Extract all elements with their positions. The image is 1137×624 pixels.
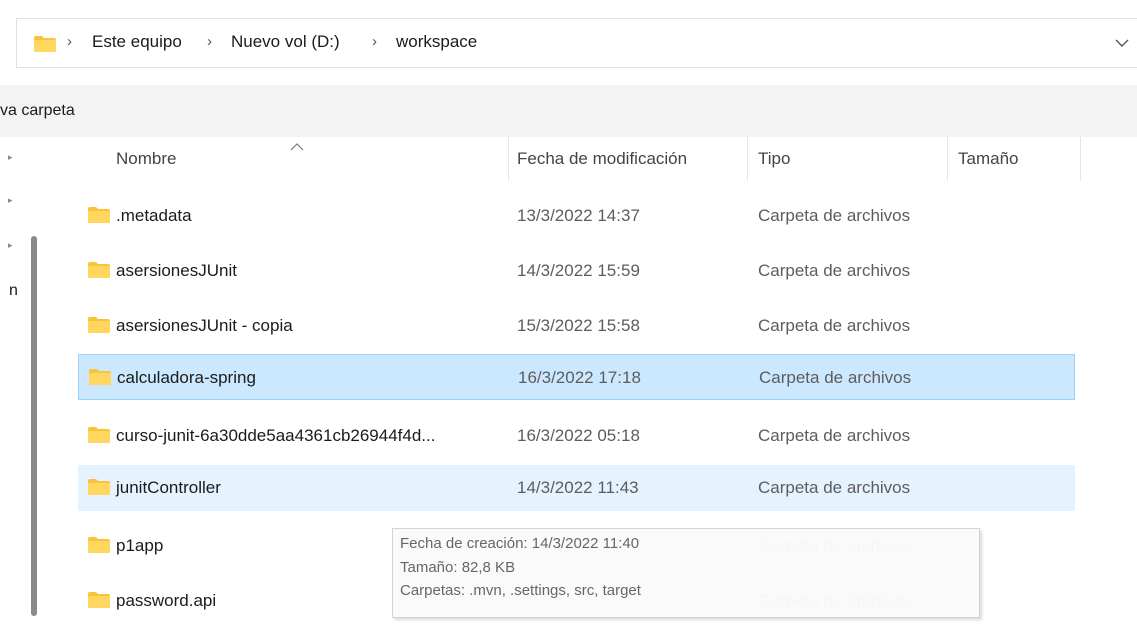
folder-icon <box>88 368 112 391</box>
file-name[interactable]: asersionesJUnit <box>116 261 237 281</box>
file-date: 15/3/2022 15:58 <box>517 316 640 335</box>
file-type: Carpeta de archivos <box>758 316 911 335</box>
file-name[interactable]: junitController <box>116 478 221 498</box>
file-row[interactable]: asersionesJUnit 14/3/2022 15:59 Carpeta de… <box>78 248 1075 294</box>
column-header-date[interactable]: Fecha de modificación <box>517 136 687 182</box>
file-row[interactable]: .metadata 13/3/2022 14:37 Carpeta de archi… <box>78 193 1075 239</box>
file-type: Carpeta de archivos <box>758 206 911 225</box>
address-bar[interactable]: › Este equipo › Nuevo vol (D:) › workspa… <box>16 18 1137 68</box>
file-type: Carpeta de archivos <box>758 478 911 497</box>
file-date: 14/3/2022 11:43 <box>517 478 639 497</box>
sort-ascending-icon <box>290 138 304 156</box>
expand-arrow-icon[interactable]: ▸ <box>8 195 13 206</box>
folder-icon <box>87 426 111 449</box>
folder-icon <box>87 536 111 559</box>
tooltip-folders: Carpetas: .mvn, .settings, src, target <box>400 582 641 599</box>
file-type: Carpeta de archivos <box>758 426 911 445</box>
file-date: 16/3/2022 17:18 <box>518 368 641 387</box>
chevron-down-icon[interactable] <box>1115 35 1129 53</box>
file-type: Carpeta de archivos <box>759 368 912 387</box>
tooltip-creation-date: Fecha de creación: 14/3/2022 11:40 <box>400 535 640 552</box>
breadcrumb-item-nuevo-vol[interactable]: Nuevo vol (D:) <box>231 32 340 52</box>
file-info-tooltip: Fecha de creación: 14/3/2022 11:40 Tamañ… <box>392 528 980 618</box>
column-header-name[interactable]: Nombre <box>116 136 176 182</box>
file-date: 13/3/2022 14:37 <box>517 206 640 225</box>
column-divider[interactable] <box>747 137 748 181</box>
chevron-right-icon: › <box>372 33 377 50</box>
folder-icon <box>87 591 111 614</box>
column-divider[interactable] <box>1080 137 1081 181</box>
folder-icon <box>87 478 111 501</box>
folder-icon <box>87 261 111 284</box>
nav-pane-scrollbar[interactable] <box>31 236 37 616</box>
nav-pane-item-label[interactable]: n <box>9 282 18 300</box>
chevron-right-icon: › <box>207 33 212 50</box>
file-row[interactable]: calculadora-spring 16/3/2022 17:18 Carpeta… <box>78 354 1075 400</box>
column-header-size[interactable]: Tamaño <box>958 136 1018 182</box>
expand-arrow-icon[interactable]: ▸ <box>8 152 13 163</box>
file-row[interactable]: junitController 14/3/2022 11:43 Carpeta de… <box>78 465 1075 511</box>
folder-icon <box>87 206 111 229</box>
toolbar: va carpeta <box>0 85 1137 137</box>
file-date: 14/3/2022 15:59 <box>517 261 640 280</box>
file-name[interactable]: calculadora-spring <box>117 368 256 388</box>
tooltip-size: Tamaño: 82,8 KB <box>400 559 516 576</box>
column-divider[interactable] <box>508 137 509 181</box>
chevron-right-icon: › <box>67 33 72 50</box>
file-type: Carpeta de archivos <box>758 261 911 280</box>
file-name[interactable]: curso-junit-6a30dde5aa4361cb26944f4d... <box>116 426 435 446</box>
folder-icon <box>33 35 57 58</box>
breadcrumb-item-este-equipo[interactable]: Este equipo <box>92 32 182 52</box>
file-row[interactable]: asersionesJUnit - copia 15/3/2022 15:58 Ca… <box>78 303 1075 349</box>
file-name[interactable]: .metadata <box>116 206 192 226</box>
file-name[interactable]: password.api <box>116 591 216 611</box>
file-row[interactable]: curso-junit-6a30dde5aa4361cb26944f4d... 1… <box>78 413 1075 459</box>
expand-arrow-icon[interactable]: ▸ <box>8 240 13 251</box>
column-header-type[interactable]: Tipo <box>758 136 790 182</box>
file-date: 16/3/2022 05:18 <box>517 426 640 445</box>
file-name[interactable]: asersionesJUnit - copia <box>116 316 293 336</box>
column-divider[interactable] <box>947 137 948 181</box>
new-folder-button[interactable]: va carpeta <box>0 102 75 120</box>
breadcrumb-item-workspace[interactable]: workspace <box>396 32 477 52</box>
file-name[interactable]: p1app <box>116 536 163 556</box>
folder-icon <box>87 316 111 339</box>
